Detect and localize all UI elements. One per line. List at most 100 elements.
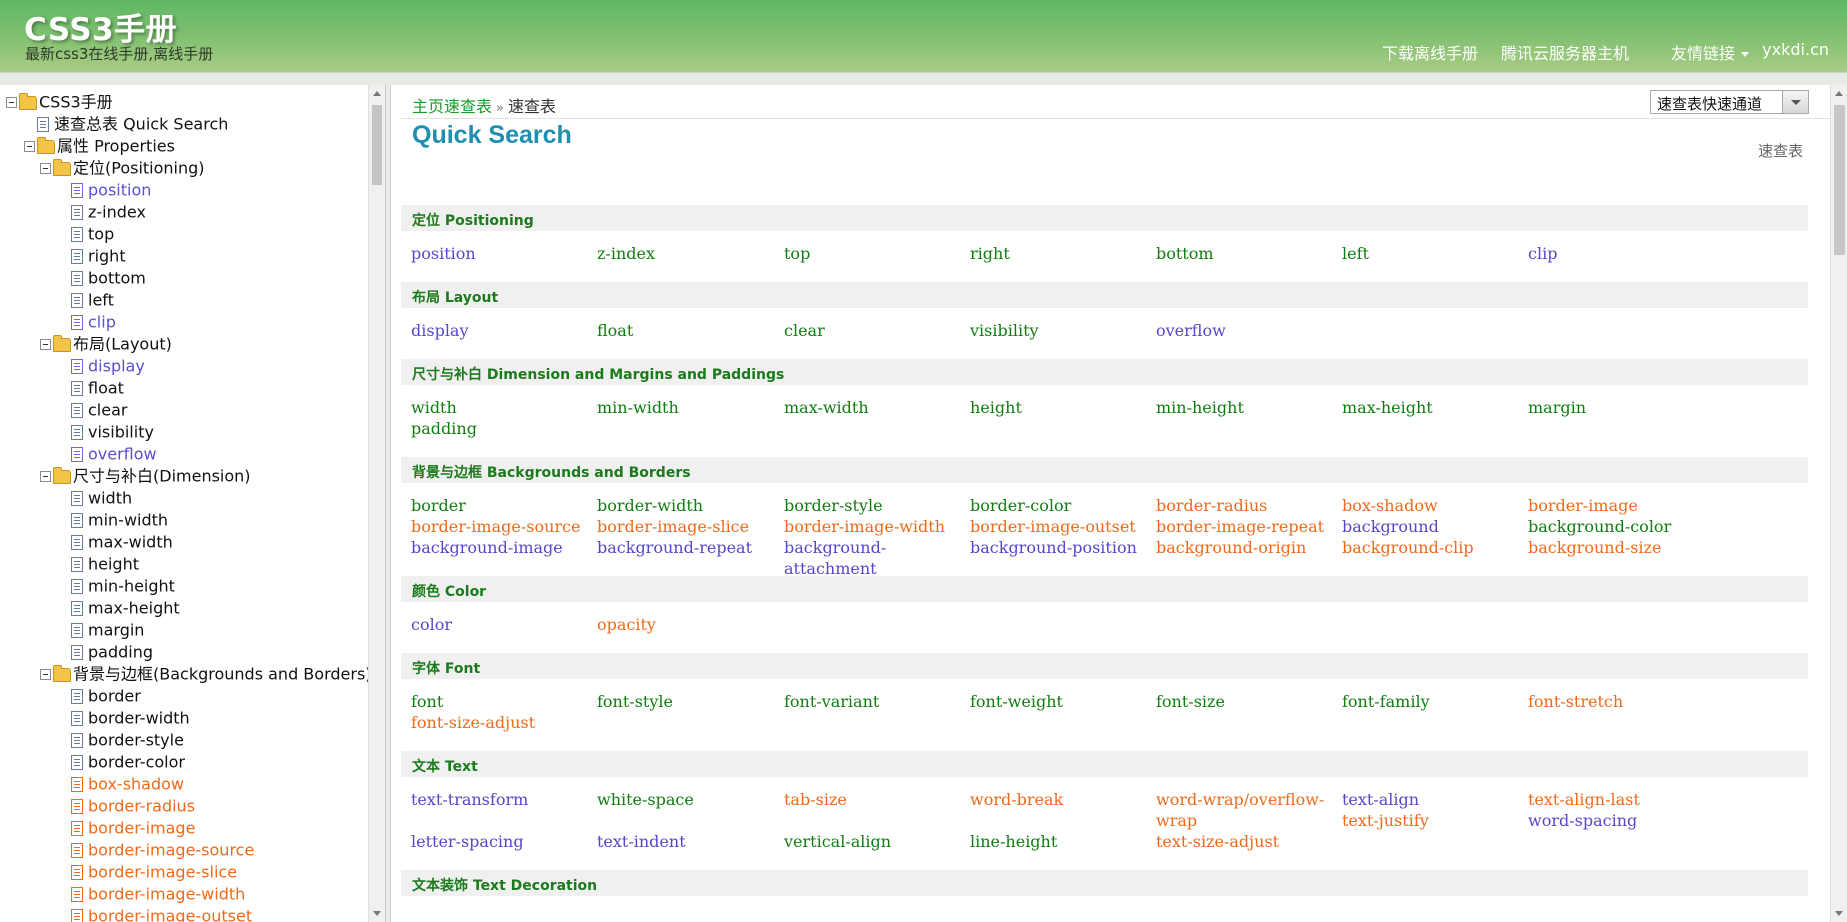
property-link[interactable]: bottom [1156, 243, 1214, 264]
property-link[interactable]: top [784, 243, 810, 264]
tree-item[interactable]: box-shadow [71, 773, 184, 795]
property-link[interactable]: background-origin [1156, 537, 1306, 558]
tree-item[interactable]: right [71, 245, 126, 267]
collapse-toggle-icon[interactable] [40, 471, 51, 482]
tree-folder[interactable]: 定位(Positioning) [40, 157, 205, 179]
tree-item[interactable]: overflow [71, 443, 157, 465]
property-link[interactable]: border-style [784, 495, 883, 516]
collapse-toggle-icon[interactable] [40, 163, 51, 174]
main-scrollbar[interactable] [1830, 85, 1847, 922]
property-link[interactable]: height [970, 397, 1022, 418]
property-link[interactable]: word-spacing [1528, 810, 1637, 831]
property-link[interactable]: margin [1528, 397, 1586, 418]
tree-item[interactable]: min-width [71, 509, 168, 531]
property-link[interactable]: border-image-outset [970, 516, 1136, 537]
property-link[interactable]: clear [784, 320, 825, 341]
property-link[interactable]: tab-size [784, 789, 847, 810]
property-link[interactable]: max-height [1342, 397, 1433, 418]
property-link[interactable]: text-align-last [1528, 789, 1640, 810]
tree-folder[interactable]: 背景与边框(Backgrounds and Borders) [40, 663, 372, 685]
sidebar-scrollbar[interactable] [368, 85, 385, 922]
tree-item[interactable]: visibility [71, 421, 154, 443]
tree-folder[interactable]: CSS3手册 [6, 91, 113, 113]
property-link[interactable]: text-transform [411, 789, 528, 810]
property-link[interactable]: left [1342, 243, 1369, 264]
scroll-up-icon[interactable] [373, 91, 381, 96]
sidebar-scroll-thumb[interactable] [372, 105, 382, 185]
tree-item[interactable]: border-image [71, 817, 195, 839]
property-link[interactable]: border-image-width [784, 516, 945, 537]
tree-item[interactable]: bottom [71, 267, 146, 289]
property-link[interactable]: text-align [1342, 789, 1419, 810]
property-link[interactable]: float [597, 320, 633, 341]
tree-item[interactable]: display [71, 355, 145, 377]
property-link[interactable]: border-width [597, 495, 703, 516]
property-link[interactable]: background-clip [1342, 537, 1474, 558]
tree-item[interactable]: top [71, 223, 114, 245]
property-link[interactable]: z-index [597, 243, 655, 264]
property-link[interactable]: background-attachment [784, 537, 959, 579]
property-link[interactable]: text-justify [1342, 810, 1429, 831]
property-link[interactable]: visibility [970, 320, 1039, 341]
tree-item[interactable]: width [71, 487, 132, 509]
tree-item[interactable]: max-width [71, 531, 173, 553]
tree-item[interactable]: float [71, 377, 124, 399]
property-link[interactable]: background-position [970, 537, 1137, 558]
scroll-down-icon[interactable] [1835, 911, 1843, 916]
collapse-toggle-icon[interactable] [40, 669, 51, 680]
property-link[interactable]: border-image-slice [597, 516, 749, 537]
property-link[interactable]: word-break [970, 789, 1063, 810]
property-link[interactable]: min-width [597, 397, 679, 418]
chevron-down-icon[interactable] [1782, 91, 1808, 113]
property-link[interactable]: position [411, 243, 476, 264]
property-link[interactable]: font-size [1156, 691, 1225, 712]
property-link[interactable]: border-image-source [411, 516, 580, 537]
property-link[interactable]: font-size-adjust [411, 712, 535, 733]
tree-item[interactable]: border-image-source [71, 839, 254, 861]
nav-download-offline[interactable]: 下载离线手册 [1382, 40, 1478, 64]
tree-item[interactable]: 速查总表 Quick Search [37, 113, 228, 135]
property-link[interactable]: overflow [1156, 320, 1226, 341]
tree-item[interactable]: height [71, 553, 139, 575]
property-link[interactable]: padding [411, 418, 477, 439]
property-link[interactable]: right [970, 243, 1010, 264]
tree-item[interactable]: clip [71, 311, 116, 333]
property-link[interactable]: width [411, 397, 457, 418]
property-link[interactable]: line-height [970, 831, 1057, 852]
tree-item[interactable]: padding [71, 641, 153, 663]
property-link[interactable]: letter-spacing [411, 831, 524, 852]
tree-item[interactable]: border-style [71, 729, 184, 751]
property-link[interactable]: border-image [1528, 495, 1638, 516]
property-link[interactable]: text-indent [597, 831, 686, 852]
tree-item[interactable]: border [71, 685, 141, 707]
tree-item[interactable]: border-width [71, 707, 190, 729]
property-link[interactable]: background [1342, 516, 1439, 537]
property-link[interactable]: font-stretch [1528, 691, 1623, 712]
property-link[interactable]: vertical-align [784, 831, 891, 852]
property-link[interactable]: background-size [1528, 537, 1661, 558]
property-link[interactable]: max-width [784, 397, 869, 418]
property-link[interactable]: box-shadow [1342, 495, 1438, 516]
property-link[interactable]: white-space [597, 789, 694, 810]
collapse-toggle-icon[interactable] [24, 141, 35, 152]
property-link[interactable]: background-image [411, 537, 563, 558]
tree-item[interactable]: left [71, 289, 114, 311]
nav-friend-links[interactable]: 友情链接 [1671, 40, 1749, 64]
property-link[interactable]: min-height [1156, 397, 1244, 418]
property-link[interactable]: border-color [970, 495, 1071, 516]
property-link[interactable]: border [411, 495, 466, 516]
property-link[interactable]: border-image-repeat [1156, 516, 1324, 537]
breadcrumb-home-link[interactable]: 主页速查表 [412, 97, 492, 116]
property-link[interactable]: text-size-adjust [1156, 831, 1279, 852]
property-link[interactable]: background-color [1528, 516, 1671, 537]
property-link[interactable]: font-family [1342, 691, 1430, 712]
tree-item[interactable]: position [71, 179, 151, 201]
property-link[interactable]: border-radius [1156, 495, 1267, 516]
quick-channel-select[interactable]: 速查表快速通道 [1650, 90, 1809, 114]
nav-site-domain[interactable]: yxkdi.cn [1762, 40, 1829, 59]
tree-item[interactable]: z-index [71, 201, 146, 223]
tree-item[interactable]: max-height [71, 597, 180, 619]
property-link[interactable]: display [411, 320, 469, 341]
tree-folder[interactable]: 属性 Properties [24, 135, 175, 157]
scroll-down-icon[interactable] [373, 911, 381, 916]
